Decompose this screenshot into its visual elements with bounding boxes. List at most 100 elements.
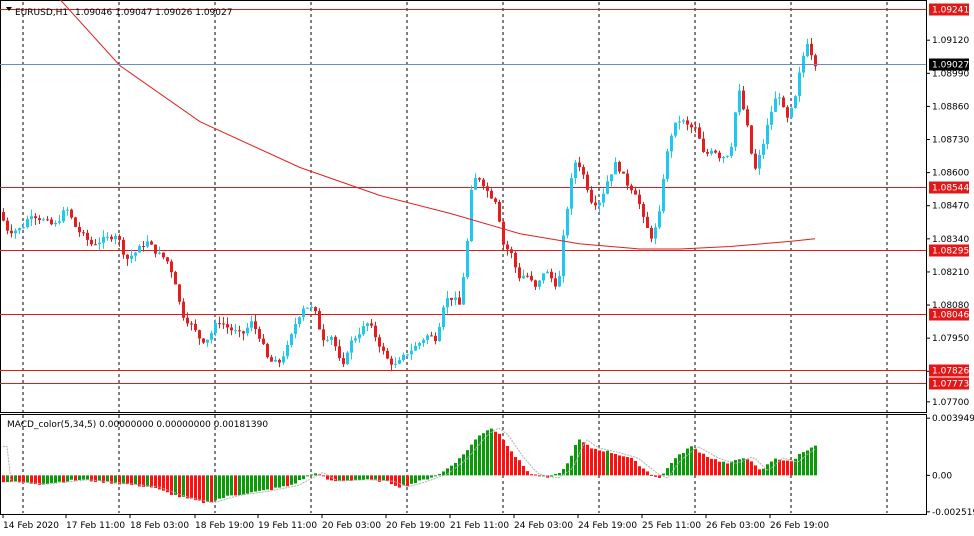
macd-bar [150,475,153,488]
candle-body [578,162,581,168]
candle-body [522,275,525,279]
candle-body [782,97,785,108]
macd-bar [46,475,49,484]
price-tick-label: 1.08210 [932,268,969,278]
candle-body [330,336,333,340]
candle-body [146,241,149,247]
candle-body [250,321,253,328]
candle-body [318,311,321,330]
candle-body [202,338,205,343]
horizontal-levels[interactable] [0,9,926,384]
macd-bar [322,475,325,477]
price-axis: 1.09120 1.08990 1.08860 1.08730 1.08600 1.084… [926,36,969,408]
macd-bar [586,444,589,476]
macd-bar [70,475,73,480]
candle-body [714,150,717,153]
candle-body [610,174,613,182]
macd-bar [374,475,377,480]
candle-body [466,240,469,278]
candle-body [390,358,393,365]
macd-bar [638,466,641,476]
macd-bar [226,475,229,496]
macd-bar [746,459,749,476]
macd-bar [558,473,561,476]
time-tick-label: 14 Feb 2020 [3,521,59,531]
candle-body [498,201,501,222]
level-tag-text: 1.08544 [932,184,969,194]
candle-body [766,124,769,144]
candle-body [626,173,629,186]
candle-body [638,194,641,205]
candle-body [102,236,105,243]
candle-body [710,150,713,154]
candle-body [662,178,665,212]
candle-body [614,161,617,175]
macd-bar [798,453,801,476]
candle-body [690,124,693,128]
current-price-text: 1.09027 [932,61,969,71]
price-tick-label: 1.08730 [932,136,969,146]
macd-bar [490,428,493,476]
macd-bar [334,475,337,482]
macd-bar [530,474,533,476]
moving-average-line [59,0,816,250]
candle-body [686,120,689,125]
macd-bar [194,475,197,501]
macd-bar [326,475,329,480]
candle-body [362,326,365,335]
macd-bar [278,475,281,488]
macd-bar [538,475,541,477]
candle-body [342,358,345,365]
time-tick-label: 18 Feb 03:00 [130,521,189,531]
candle-body [158,252,161,254]
candle-body [198,330,201,339]
candle-body [462,277,465,305]
price-tick-label: 1.09120 [932,36,969,46]
candle-body [350,340,353,353]
candle-body [574,162,577,179]
candle-body [526,275,529,277]
macd-bar [242,475,245,495]
macd-bar [382,475,385,481]
candle-body [394,363,397,365]
macd-bar [494,431,497,476]
candle-body [502,221,505,245]
candle-body [774,98,777,112]
candle-body [178,284,181,302]
macd-bar [418,475,421,481]
candle-body [718,152,721,159]
macd-bar [314,473,317,476]
macd-bar [210,475,213,503]
macd-bar [782,460,785,476]
macd-bar [786,460,789,476]
macd-bar [642,468,645,476]
price-tick-label: 1.07700 [932,398,969,408]
candle-body [418,342,421,346]
macd-bar [386,475,389,481]
candle-body [806,43,809,57]
macd-bar [666,468,669,476]
macd-bar [750,461,753,476]
candle-body [726,155,729,157]
macd-bar [358,475,361,480]
macd-header: MACD_color(5,34,5) 0.00000000 0.00000000… [7,420,268,430]
macd-bar [370,475,373,480]
price-chart[interactable]: EURUSD,H1 1.09046 1.09047 1.09026 1.0902… [0,0,974,536]
candle-body [458,297,461,305]
candle-body [322,329,325,341]
macd-bar [462,454,465,476]
candle-body [182,301,185,318]
macd-bar [202,475,205,504]
macd-bar [706,457,709,476]
macd-bar [790,461,793,476]
candle-body [642,204,645,217]
macd-bar [570,455,573,476]
macd-bar [678,454,681,476]
candle-body [786,107,789,118]
candle-body [62,210,65,222]
candle-body [262,338,265,344]
candle-body [274,359,277,362]
macd-bar [726,463,729,476]
macd-bar [626,457,629,476]
macd-bar [390,475,393,485]
